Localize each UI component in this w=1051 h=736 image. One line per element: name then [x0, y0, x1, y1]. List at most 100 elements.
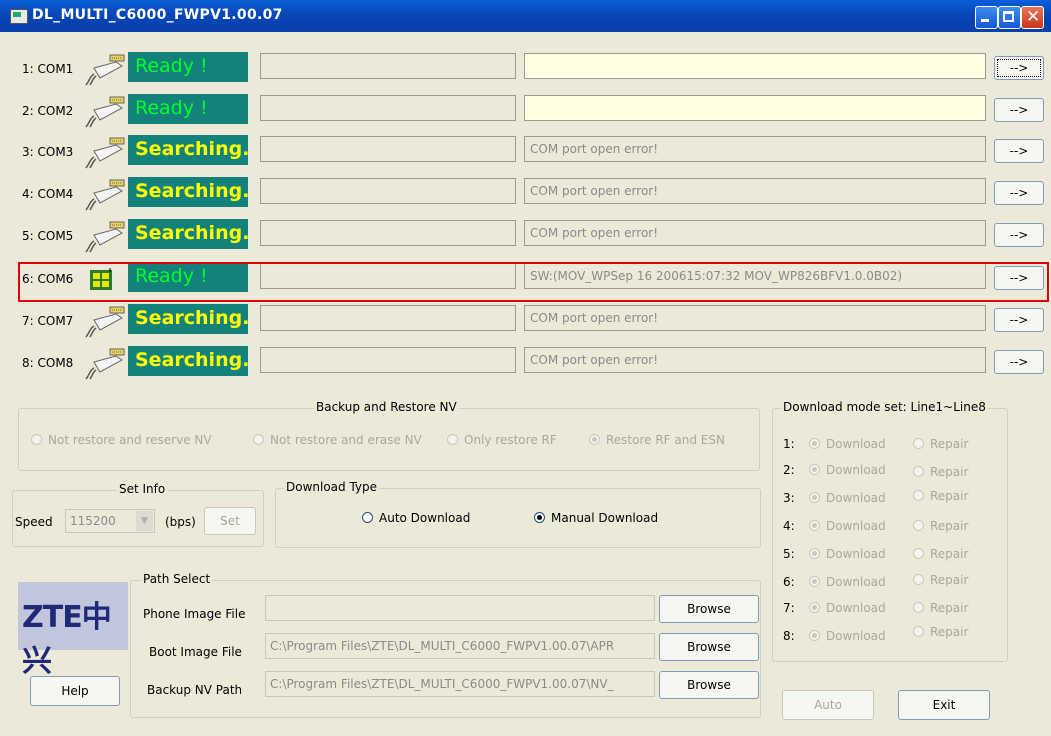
- port-go-button[interactable]: -->: [994, 181, 1044, 205]
- mode-download-radio[interactable]: Download: [809, 547, 886, 561]
- plug-icon: [82, 135, 126, 169]
- download-label: Download: [826, 437, 886, 451]
- download-label: Download: [826, 547, 886, 561]
- main-window: DL_MULTI_C6000_FWPV1.00.07 ✕ 1: COM1 Read…: [0, 0, 1051, 736]
- maximize-button[interactable]: [998, 6, 1021, 29]
- auto-download-label: Auto Download: [379, 511, 471, 525]
- mode-repair-radio[interactable]: Repair: [913, 625, 968, 639]
- mode-repair-radio[interactable]: Repair: [913, 465, 968, 479]
- chip-icon: [90, 268, 112, 290]
- port-label: 8: COM8: [22, 356, 74, 370]
- port-go-button[interactable]: -->: [994, 308, 1044, 332]
- port-label: 7: COM7: [22, 314, 74, 328]
- port-go-button[interactable]: -->: [994, 350, 1044, 374]
- mode-download-radio[interactable]: Download: [809, 575, 886, 589]
- download-type-group: Download Type Auto Download Manual Downl…: [275, 480, 761, 548]
- radio-icon: [534, 512, 545, 523]
- mode-repair-radio[interactable]: Repair: [913, 489, 968, 503]
- port-progress-field: [260, 178, 516, 204]
- backup-option-3[interactable]: Restore RF and ESN: [589, 433, 725, 447]
- backup-option-label: Not restore and erase NV: [270, 433, 422, 447]
- port-status: Searching...: [128, 135, 248, 165]
- port-progress-field: [260, 347, 516, 373]
- radio-icon: [809, 630, 820, 641]
- mode-download-radio[interactable]: Download: [809, 601, 886, 615]
- port-info-field: SW:(MOV_WPSep 16 200615:07:32 MOV_WP826B…: [524, 263, 986, 289]
- plug-icon: [82, 52, 126, 86]
- set-info-title: Set Info: [117, 482, 168, 496]
- browse-backup-button[interactable]: Browse: [659, 671, 759, 699]
- mode-repair-radio[interactable]: Repair: [913, 547, 968, 561]
- mode-download-radio[interactable]: Download: [809, 629, 886, 643]
- port-go-button[interactable]: -->: [994, 98, 1044, 122]
- port-status: Ready !: [128, 52, 248, 82]
- speed-select[interactable]: 115200 ▼: [65, 509, 155, 533]
- manual-download-radio[interactable]: Manual Download: [534, 511, 658, 525]
- auto-button[interactable]: Auto: [782, 690, 874, 720]
- close-icon: ✕: [1026, 7, 1041, 27]
- browse-phone-button[interactable]: Browse: [659, 595, 759, 623]
- maximize-icon: [1003, 11, 1014, 22]
- mode-download-radio[interactable]: Download: [809, 491, 886, 505]
- chevron-down-icon[interactable]: ▼: [136, 511, 153, 531]
- mode-download-radio[interactable]: Download: [809, 437, 886, 451]
- close-button[interactable]: ✕: [1021, 6, 1044, 29]
- port-go-button[interactable]: -->: [994, 56, 1044, 80]
- port-info-field: COM port open error!: [524, 347, 986, 373]
- mode-repair-radio[interactable]: Repair: [913, 601, 968, 615]
- port-go-button[interactable]: -->: [994, 223, 1044, 247]
- port-label: 4: COM4: [22, 187, 74, 201]
- auto-download-radio[interactable]: Auto Download: [362, 511, 470, 525]
- bps-label: (bps): [165, 515, 196, 529]
- boot-image-field[interactable]: C:\Program Files\ZTE\DL_MULTI_C6000_FWPV…: [265, 633, 655, 659]
- repair-label: Repair: [930, 573, 969, 587]
- download-type-title: Download Type: [284, 480, 380, 494]
- mode-repair-radio[interactable]: Repair: [913, 437, 968, 451]
- boot-image-label: Boot Image File: [149, 645, 242, 659]
- port-info-field: COM port open error!: [524, 178, 986, 204]
- speed-value: 115200: [70, 514, 116, 528]
- phone-image-field[interactable]: [265, 595, 655, 621]
- port-progress-field: [260, 263, 516, 289]
- port-info-field: COM port open error!: [524, 305, 986, 331]
- minimize-icon: [981, 19, 989, 22]
- port-go-button[interactable]: -->: [994, 266, 1044, 290]
- mode-download-radio[interactable]: Download: [809, 519, 886, 533]
- exit-button[interactable]: Exit: [898, 690, 990, 720]
- radio-icon: [809, 464, 820, 475]
- download-label: Download: [826, 491, 886, 505]
- help-button[interactable]: Help: [30, 676, 120, 706]
- port-row: 7: COM7 Searching... COM port open error!-…: [0, 302, 1051, 340]
- port-row: 6: COM6 Ready ! SW:(MOV_WPSep 16 200615:07…: [0, 260, 1051, 298]
- port-status: Searching...: [128, 304, 248, 334]
- port-info-field: [524, 53, 986, 79]
- radio-icon: [913, 466, 924, 477]
- set-button[interactable]: Set: [204, 507, 256, 535]
- plug-icon: [82, 304, 126, 338]
- zte-logo: ZTE中兴: [18, 582, 128, 679]
- mode-line-label: 5:: [783, 547, 795, 561]
- radio-icon: [809, 602, 820, 613]
- radio-icon: [913, 626, 924, 637]
- mode-repair-radio[interactable]: Repair: [913, 519, 968, 533]
- radio-icon: [589, 434, 600, 445]
- backup-option-1[interactable]: Not restore and erase NV: [253, 433, 422, 447]
- port-info-field: COM port open error!: [524, 220, 986, 246]
- radio-icon: [809, 548, 820, 559]
- backup-nv-field[interactable]: C:\Program Files\ZTE\DL_MULTI_C6000_FWPV…: [265, 671, 655, 697]
- backup-option-2[interactable]: Only restore RF: [447, 433, 557, 447]
- browse-boot-button[interactable]: Browse: [659, 633, 759, 661]
- download-mode-group: Download mode set: Line1~Line8 1: Downloa…: [772, 400, 1008, 662]
- port-row: 2: COM2 Ready ! -->: [0, 92, 1051, 130]
- mode-repair-radio[interactable]: Repair: [913, 573, 968, 587]
- title-bar[interactable]: DL_MULTI_C6000_FWPV1.00.07 ✕: [0, 0, 1051, 32]
- port-row: 4: COM4 Searching... COM port open error!-…: [0, 175, 1051, 213]
- backup-option-0[interactable]: Not restore and reserve NV: [31, 433, 212, 447]
- port-label: 6: COM6: [22, 272, 74, 286]
- mode-download-radio[interactable]: Download: [809, 463, 886, 477]
- minimize-button[interactable]: [975, 6, 998, 29]
- backup-restore-title: Backup and Restore NV: [314, 400, 459, 414]
- mode-line-label: 7:: [783, 601, 795, 615]
- port-go-button[interactable]: -->: [994, 139, 1044, 163]
- download-label: Download: [826, 519, 886, 533]
